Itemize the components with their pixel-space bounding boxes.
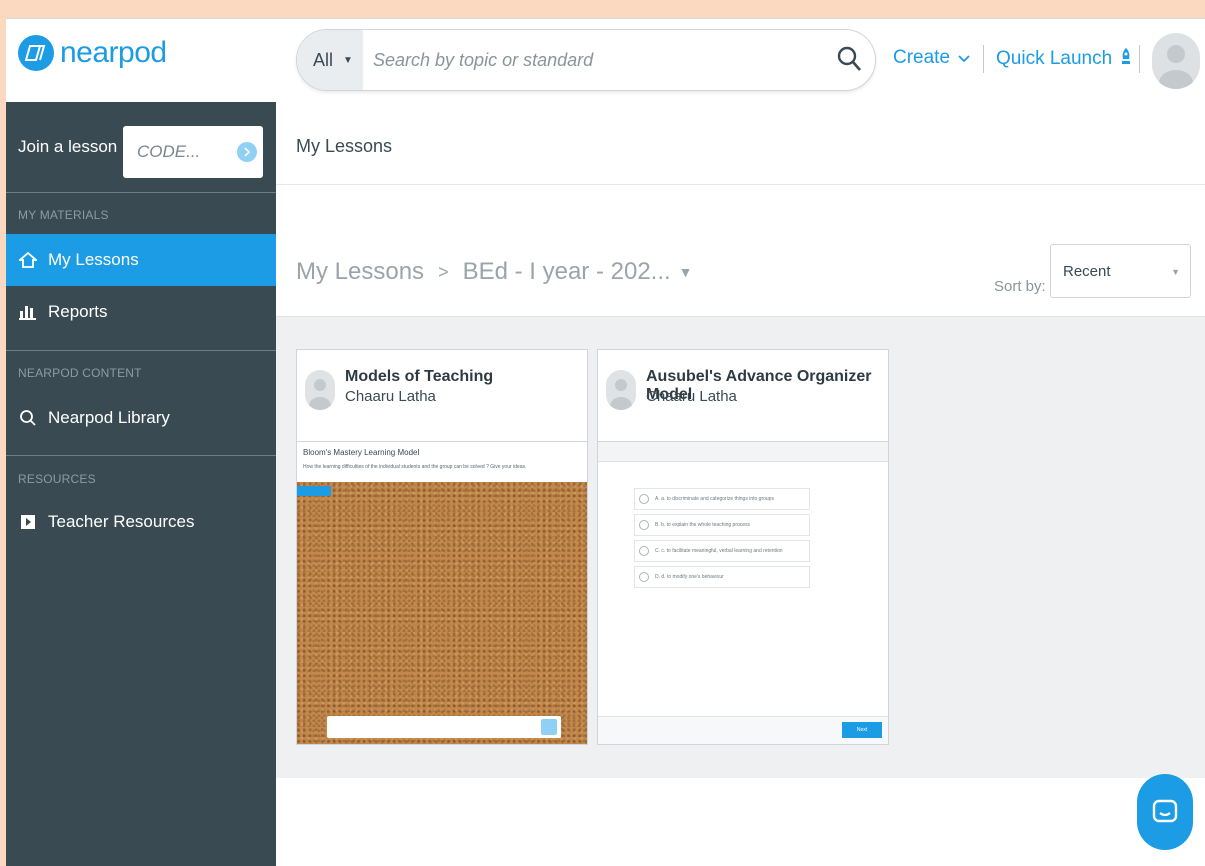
caret-down-icon: ▼	[343, 54, 353, 66]
breadcrumb: My Lessons > BEd - I year - 202... ▼	[296, 258, 693, 286]
sidebar-item-label: My Lessons	[48, 250, 139, 269]
quiz-option-text: D. d. to modify one's behaviour	[655, 574, 724, 580]
caret-down-icon: ▼	[1171, 267, 1180, 277]
create-label: Create	[893, 47, 951, 68]
quiz-footer: Next	[598, 716, 888, 744]
chevron-down-icon	[958, 47, 970, 69]
search-icon[interactable]	[835, 44, 865, 76]
quiz-header-bar	[598, 442, 888, 462]
sidebar-divider	[6, 350, 276, 351]
create-menu[interactable]: Create	[893, 47, 970, 69]
logo-text: nearpod	[60, 36, 167, 69]
lesson-thumbnail[interactable]: A. a. to discriminate and categorize thi…	[598, 442, 888, 744]
chat-icon	[1152, 799, 1178, 823]
code-box	[123, 126, 263, 178]
radio-icon	[639, 520, 649, 530]
section-heading-resources: RESOURCES	[18, 472, 96, 486]
lesson-thumbnail[interactable]: Bloom's Mastery Learning Model How the l…	[297, 442, 587, 744]
join-lesson-label: Join a lesson	[18, 137, 118, 156]
quiz-option: C. c. to facilitate meaningful, verbal l…	[634, 540, 810, 562]
header-divider	[1139, 45, 1140, 73]
quiz-option-text: C. c. to facilitate meaningful, verbal l…	[655, 548, 783, 554]
sidebar-divider	[6, 455, 276, 456]
breadcrumb-root[interactable]: My Lessons	[296, 258, 424, 286]
header-divider	[983, 45, 984, 73]
sort-select[interactable]: Recent ▼	[1050, 244, 1191, 298]
corkboard-background	[297, 482, 587, 744]
thumbnail-question-title: Bloom's Mastery Learning Model	[303, 448, 420, 457]
nearpod-logo[interactable]: nearpod	[18, 35, 167, 71]
lesson-author: Chaaru Latha	[646, 388, 737, 405]
radio-icon	[639, 572, 649, 582]
sidebar-item-nearpod-library[interactable]: Nearpod Library	[6, 392, 276, 444]
lesson-author: Chaaru Latha	[345, 388, 436, 405]
sidebar-item-reports[interactable]: Reports	[6, 286, 276, 338]
bar-chart-icon	[18, 302, 38, 322]
quick-launch-label: Quick Launch	[996, 48, 1113, 69]
nearpod-logo-icon	[18, 35, 54, 71]
section-heading-my-materials: MY MATERIALS	[18, 208, 109, 222]
lesson-title[interactable]: Models of Teaching	[345, 368, 493, 386]
search-scope-dropdown[interactable]: All ▼	[297, 30, 363, 90]
lesson-card[interactable]: Ausubel's Advance Organizer Model Chaaru…	[597, 349, 889, 745]
author-avatar	[305, 370, 335, 410]
search-scope-label: All	[313, 49, 334, 70]
chat-support-button[interactable]	[1137, 774, 1193, 850]
search-icon	[18, 408, 38, 428]
join-lesson-row: Join a lesson	[6, 102, 276, 192]
breadcrumb-separator: >	[438, 261, 449, 282]
lesson-code-input[interactable]	[137, 142, 237, 162]
thumbnail-input-bar	[327, 716, 561, 738]
rocket-icon	[1120, 47, 1132, 71]
sidebar-item-my-lessons[interactable]: My Lessons	[6, 234, 276, 286]
title-divider	[276, 184, 1205, 185]
sidebar-item-label: Nearpod Library	[48, 408, 170, 427]
thumbnail-tag	[297, 486, 331, 496]
caret-down-icon[interactable]: ▼	[679, 264, 693, 280]
play-icon	[18, 512, 38, 532]
sort-label: Sort by:	[994, 278, 1046, 295]
sidebar-item-label: Reports	[48, 302, 108, 321]
radio-icon	[639, 546, 649, 556]
home-icon	[18, 250, 38, 270]
user-avatar[interactable]	[1152, 33, 1200, 89]
main-content: My Lessons My Lessons > BEd - I year - 2…	[276, 102, 1205, 866]
search-input[interactable]	[373, 44, 823, 76]
quiz-next-button: Next	[842, 722, 882, 738]
app-frame: nearpod All ▼ Create Quick Launch	[6, 18, 1205, 866]
top-bar: nearpod All ▼ Create Quick Launch	[6, 18, 1205, 102]
lesson-card-header: Models of Teaching Chaaru Latha	[297, 350, 587, 442]
join-go-button[interactable]	[237, 142, 257, 162]
breadcrumb-folder[interactable]: BEd - I year - 202...	[463, 258, 671, 286]
sidebar-item-label: Teacher Resources	[48, 512, 195, 531]
thumbnail-question-text: How the learning difficulties of the ind…	[303, 464, 527, 470]
quiz-option: A. a. to discriminate and categorize thi…	[634, 488, 810, 510]
page-title: My Lessons	[296, 136, 393, 156]
sort-selected-value: Recent	[1063, 263, 1111, 280]
lesson-card-header: Ausubel's Advance Organizer Model Chaaru…	[598, 350, 888, 442]
quiz-option-text: B. b. to explain the whole teaching proc…	[655, 522, 751, 528]
sidebar: Join a lesson MY MATERIALS My Lessons	[6, 102, 276, 866]
author-avatar	[606, 370, 636, 410]
radio-icon	[639, 494, 649, 504]
send-icon	[541, 719, 557, 735]
sidebar-divider	[6, 192, 276, 193]
quiz-option: D. d. to modify one's behaviour	[634, 566, 810, 588]
lesson-card[interactable]: Models of Teaching Chaaru Latha Bloom's …	[296, 349, 588, 745]
quick-launch-link[interactable]: Quick Launch	[996, 47, 1132, 71]
quiz-option-text: A. a. to discriminate and categorize thi…	[655, 496, 774, 502]
lesson-grid: Models of Teaching Chaaru Latha Bloom's …	[276, 316, 1205, 778]
sidebar-item-teacher-resources[interactable]: Teacher Resources	[6, 496, 276, 548]
search-bar: All ▼	[296, 29, 876, 91]
section-heading-nearpod-content: NEARPOD CONTENT	[18, 366, 142, 380]
quiz-option: B. b. to explain the whole teaching proc…	[634, 514, 810, 536]
